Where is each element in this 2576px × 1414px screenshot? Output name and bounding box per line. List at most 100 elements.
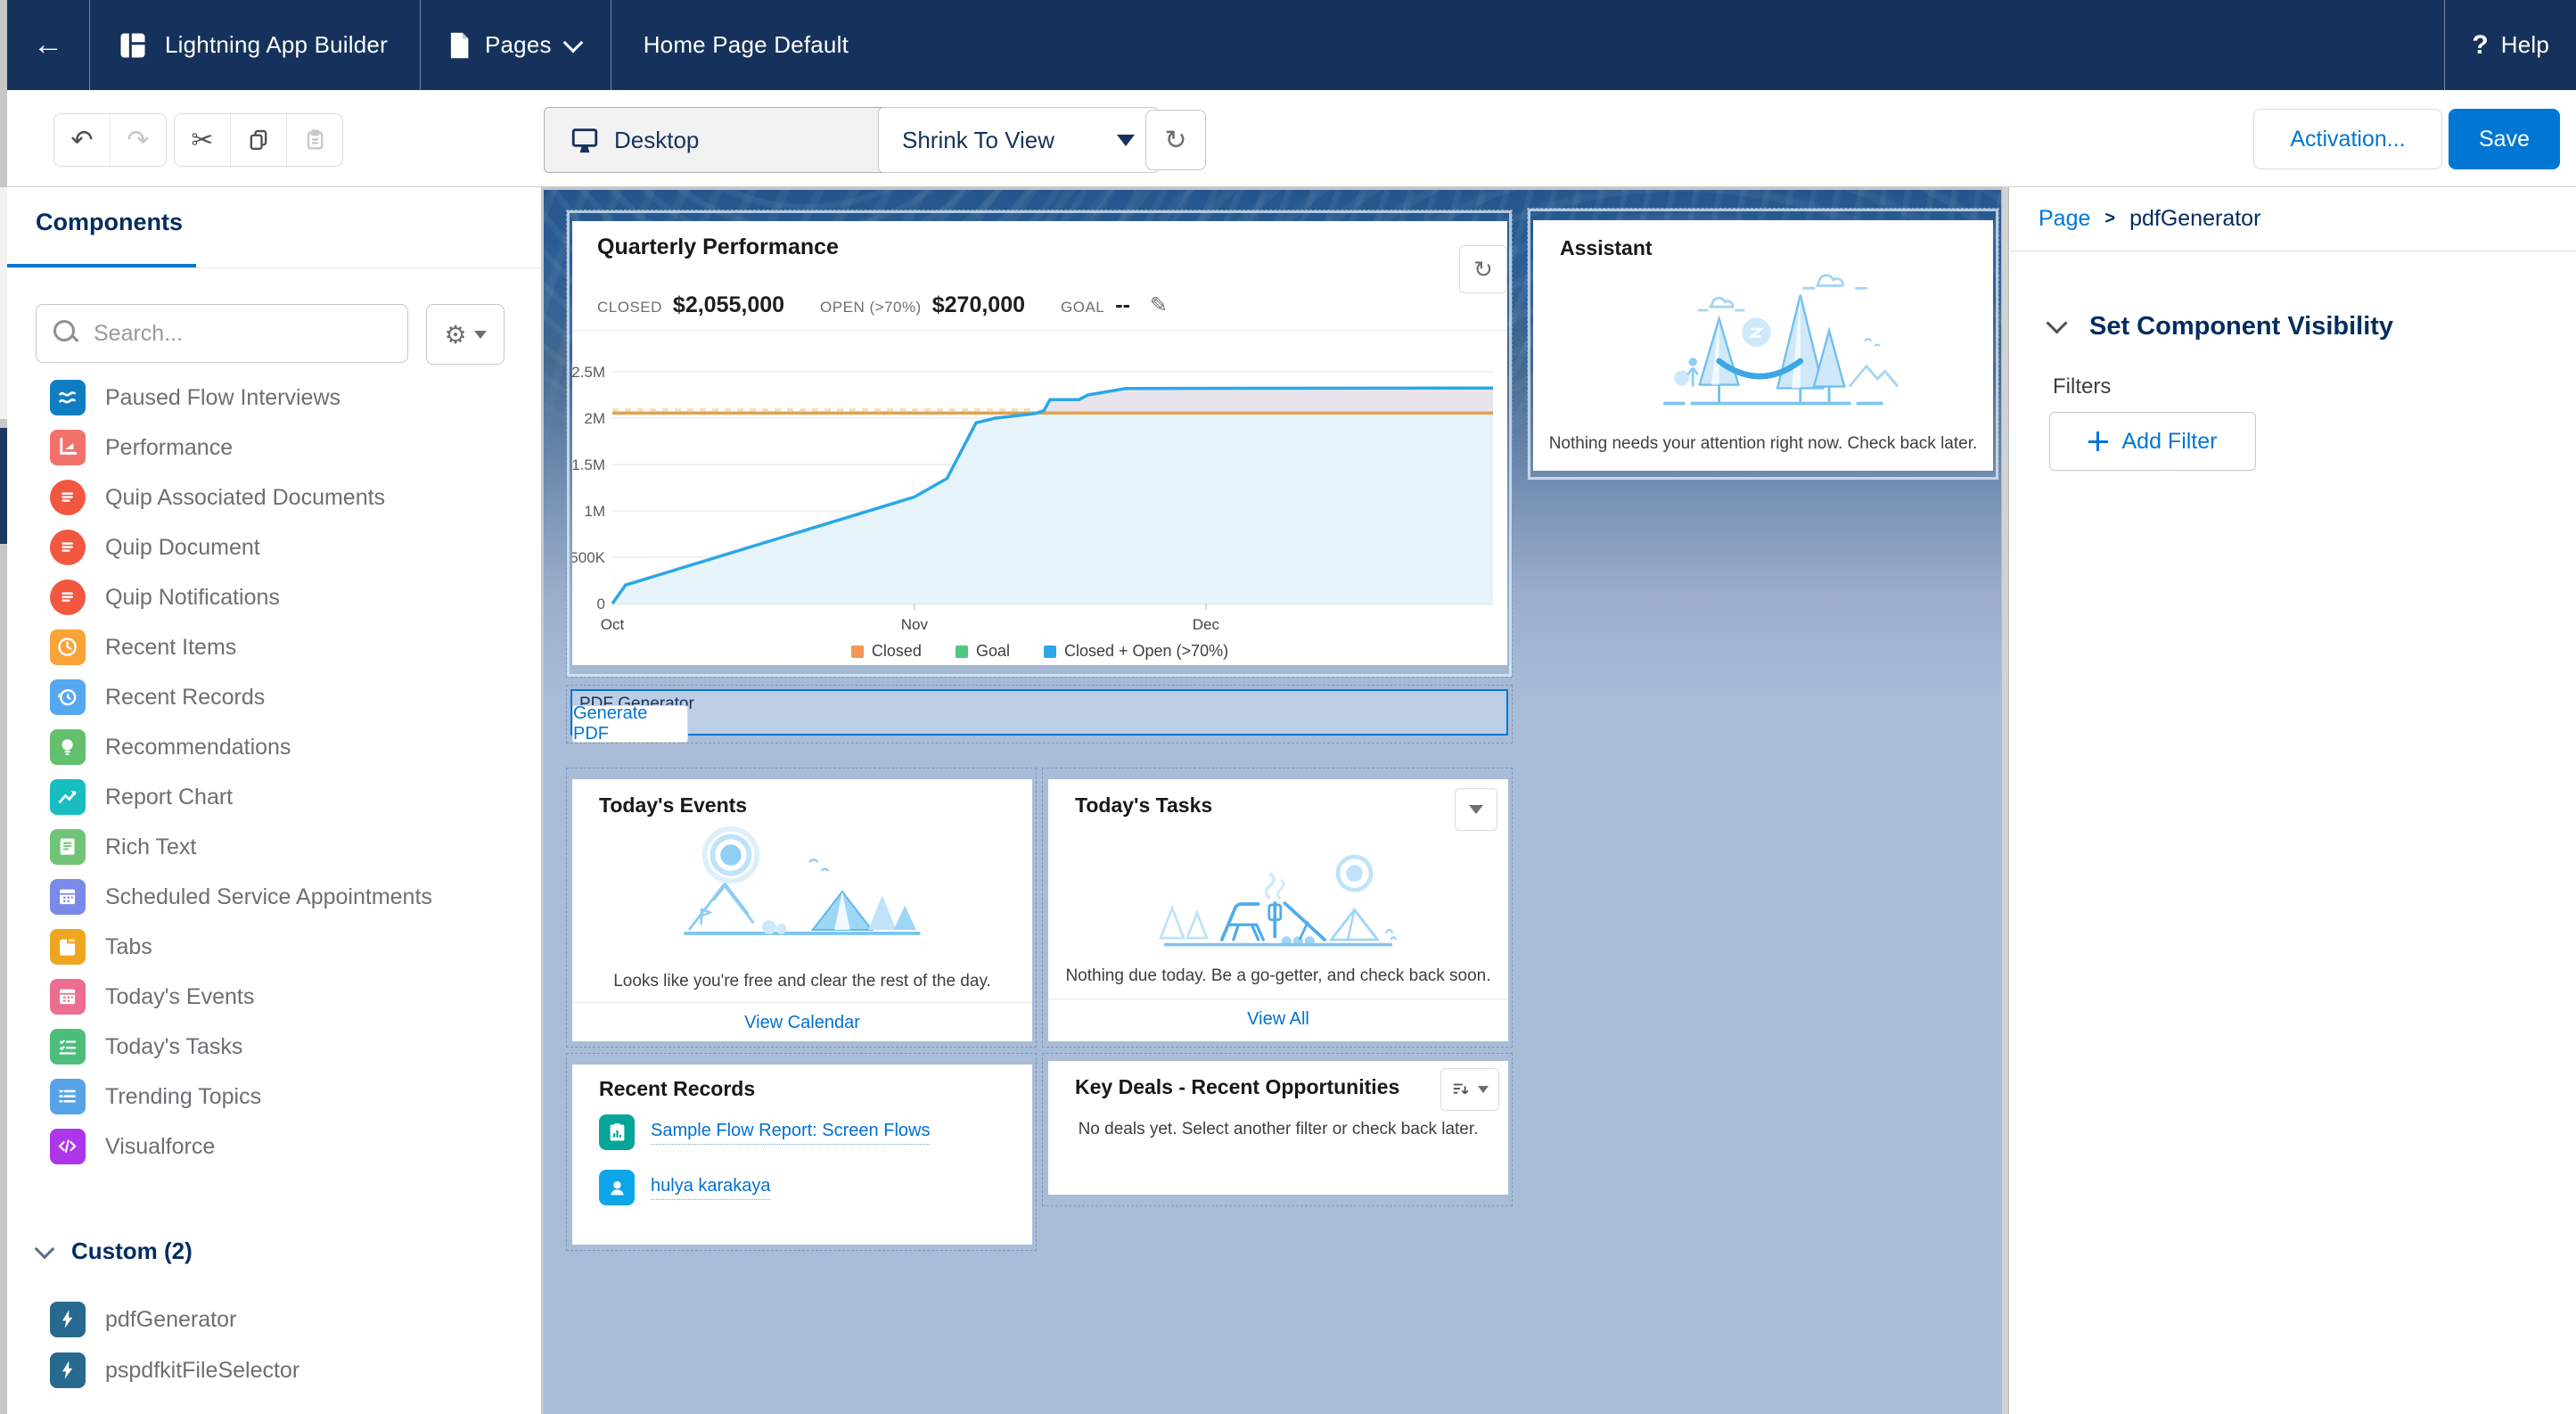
- component-pdf-generator[interactable]: PDF Generator Generate PDF: [566, 685, 1513, 744]
- bolt-icon: [50, 1352, 86, 1388]
- canvas-refresh-button[interactable]: ↻: [1145, 110, 1206, 170]
- breadcrumb-page-link[interactable]: Page: [2039, 206, 2090, 232]
- copy-button[interactable]: [231, 114, 287, 166]
- events-title: Today's Events: [599, 793, 747, 818]
- component-label: pspdfkitFileSelector: [105, 1358, 299, 1384]
- device-selector-desktop[interactable]: Desktop: [544, 107, 894, 173]
- help-button[interactable]: ? Help: [2444, 0, 2576, 90]
- custom-section-toggle[interactable]: Custom (2): [37, 1237, 193, 1265]
- undo-button[interactable]: ↶: [54, 114, 111, 166]
- svg-text:0: 0: [597, 596, 605, 612]
- recent-record-row[interactable]: Sample Flow Report: Screen Flows: [599, 1114, 930, 1150]
- component-assistant[interactable]: Assistant: [1527, 208, 1999, 481]
- sidebar-item-today-s-tasks[interactable]: Today's Tasks: [7, 1022, 540, 1072]
- sidebar-item-recent-items[interactable]: Recent Items: [7, 622, 540, 672]
- calgrid-icon: [50, 979, 86, 1015]
- events-empty-message: Looks like you're free and clear the res…: [572, 972, 1032, 991]
- recent-record-row[interactable]: hulya karakaya: [599, 1170, 771, 1205]
- flow-icon: [50, 380, 86, 415]
- assistant-illustration: [1603, 259, 1924, 429]
- history-icon: [50, 679, 86, 715]
- properties-panel: Page > pdfGenerator Set Component Visibi…: [2010, 187, 2576, 1414]
- component-label: Quip Document: [105, 535, 260, 561]
- tasks-menu-button[interactable]: [1455, 788, 1497, 831]
- sidebar-item-recent-records[interactable]: Recent Records: [7, 672, 540, 722]
- sidebar-item-tabs[interactable]: Tabs: [7, 922, 540, 972]
- pages-label: Pages: [485, 31, 552, 59]
- sidebar-item-quip-document[interactable]: Quip Document: [7, 522, 540, 572]
- sidebar-item-quip-associated-documents[interactable]: Quip Associated Documents: [7, 473, 540, 522]
- add-filter-button[interactable]: Add Filter: [2049, 412, 2256, 471]
- view-mode-select[interactable]: Shrink To View: [878, 107, 1159, 173]
- edit-goal-pencil-icon[interactable]: ✎: [1150, 292, 1168, 318]
- bolt-icon: [50, 1302, 86, 1337]
- search-icon: [53, 320, 80, 347]
- sidebar-item-quip-notifications[interactable]: Quip Notifications: [7, 572, 540, 622]
- back-button[interactable]: ←: [7, 0, 90, 90]
- component-key-deals[interactable]: Key Deals - Recent Opportunities No deal…: [1042, 1053, 1513, 1206]
- view-all-link[interactable]: View All: [1048, 1009, 1508, 1030]
- events-illustration: [660, 818, 945, 966]
- generate-pdf-button[interactable]: Generate PDF: [572, 705, 688, 743]
- view-calendar-link[interactable]: View Calendar: [572, 1013, 1032, 1033]
- component-todays-tasks[interactable]: Today's Tasks: [1042, 768, 1513, 1048]
- svg-text:Oct: Oct: [601, 616, 625, 633]
- component-quarterly-performance[interactable]: Quarterly Performance ↻ CLOSED$2,055,000…: [566, 210, 1513, 678]
- chart-legend: ClosedGoalClosed + Open (>70%): [572, 642, 1507, 661]
- settings-dropdown-button[interactable]: ⚙: [426, 304, 505, 365]
- redo-icon: ↷: [127, 125, 149, 156]
- component-label: Tabs: [105, 934, 152, 960]
- gear-icon: ⚙: [444, 320, 466, 349]
- component-label: Recommendations: [105, 735, 291, 760]
- set-component-visibility-toggle[interactable]: Set Component Visibility: [2049, 312, 2393, 341]
- components-sidebar: Components ⚙ Paused Flow InterviewsPerfo…: [7, 187, 542, 1414]
- undo-icon: ↶: [70, 125, 93, 156]
- plus-icon: [2088, 432, 2108, 451]
- save-button[interactable]: Save: [2449, 109, 2560, 169]
- sidebar-item-rich-text[interactable]: Rich Text: [7, 822, 540, 872]
- redo-button[interactable]: ↷: [111, 114, 166, 166]
- sidebar-item-pspdfkitfileselector[interactable]: pspdfkitFileSelector: [7, 1345, 541, 1395]
- component-label: Recent Records: [105, 685, 265, 711]
- sidebar-item-pdfgenerator[interactable]: pdfGenerator: [7, 1295, 541, 1344]
- undo-redo-group: ↶ ↷: [53, 113, 167, 167]
- list-icon: [50, 1079, 86, 1114]
- sidebar-item-recommendations[interactable]: Recommendations: [7, 722, 540, 772]
- cut-button[interactable]: ✂: [175, 114, 231, 166]
- sidebar-item-trending-topics[interactable]: Trending Topics: [7, 1072, 540, 1122]
- monitor-icon: [570, 125, 600, 155]
- check-icon: [50, 1029, 86, 1065]
- search-input[interactable]: [36, 304, 408, 363]
- canvas-scrollbar[interactable]: [2001, 187, 2009, 1414]
- page-name: Home Page Default: [611, 0, 2445, 90]
- sidebar-item-scheduled-service-appointments[interactable]: Scheduled Service Appointments: [7, 872, 540, 922]
- legend-swatch: [851, 645, 864, 658]
- svg-text:2M: 2M: [584, 410, 605, 427]
- tab-components[interactable]: Components: [36, 209, 183, 236]
- component-todays-events[interactable]: Today's Events Looks like you'r: [566, 768, 1037, 1048]
- legend-item: Closed + Open (>70%): [1044, 642, 1228, 661]
- component-label: Trending Topics: [105, 1084, 261, 1110]
- sidebar-item-performance[interactable]: Performance: [7, 423, 540, 473]
- dropdown-caret-icon: [474, 331, 487, 339]
- pages-menu[interactable]: Pages: [421, 0, 611, 90]
- chart-refresh-button[interactable]: ↻: [1459, 245, 1507, 293]
- device-label: Desktop: [614, 127, 699, 154]
- sidebar-item-paused-flow-interviews[interactable]: Paused Flow Interviews: [7, 376, 540, 423]
- activation-button[interactable]: Activation...: [2253, 109, 2442, 169]
- page-canvas: Quarterly Performance ↻ CLOSED$2,055,000…: [541, 187, 2001, 1414]
- record-link[interactable]: Sample Flow Report: Screen Flows: [651, 1121, 930, 1145]
- component-recent-records[interactable]: Recent Records Sample Flow Report: Scree…: [566, 1053, 1037, 1251]
- sidebar-item-report-chart[interactable]: Report Chart: [7, 772, 540, 822]
- sidebar-item-visualforce[interactable]: Visualforce: [7, 1122, 540, 1171]
- assistant-title: Assistant: [1560, 236, 1653, 260]
- svg-text:500K: 500K: [572, 549, 606, 566]
- copy-icon: [246, 127, 271, 152]
- calgrid-icon: [50, 879, 86, 915]
- code-icon: [50, 1129, 86, 1164]
- paste-button[interactable]: [287, 114, 342, 166]
- key-deals-filter-button[interactable]: [1440, 1068, 1499, 1111]
- svg-text:1.5M: 1.5M: [572, 456, 605, 473]
- record-link[interactable]: hulya karakaya: [651, 1176, 771, 1200]
- sidebar-item-today-s-events[interactable]: Today's Events: [7, 972, 540, 1022]
